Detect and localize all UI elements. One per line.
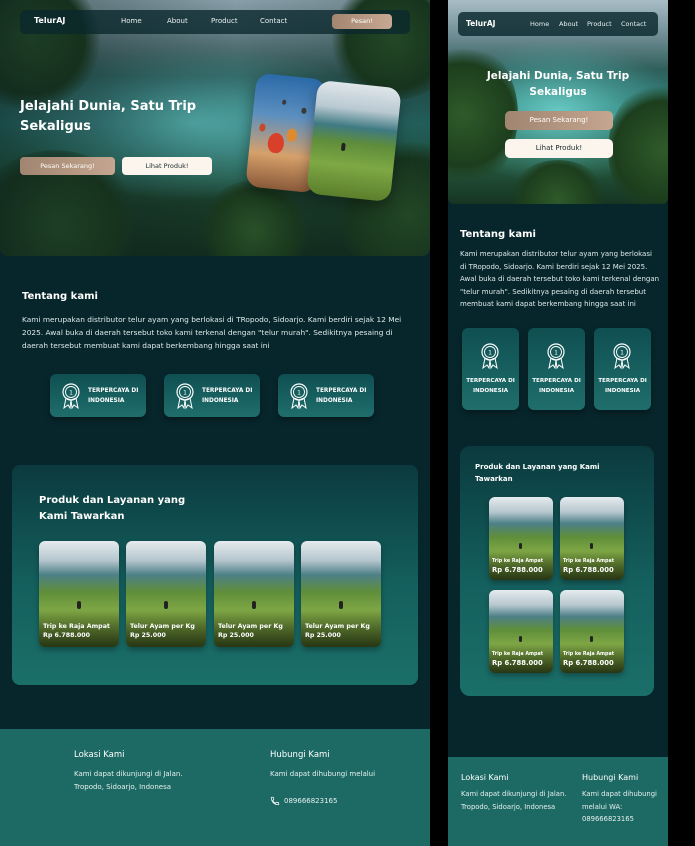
product-card[interactable]: Trip ke Raja Ampat Rp 6.788.000 — [560, 590, 624, 673]
frame-gap — [430, 0, 448, 846]
brand-logo[interactable]: TelurAJ — [466, 19, 495, 28]
products-section: Produk dan Layanan yang Kami Tawarkan Tr… — [12, 465, 418, 685]
trust-badge: 1 TERPERCAYA DI INDONESIA — [50, 374, 146, 417]
svg-text:1: 1 — [620, 350, 624, 357]
product-name: Telur Ayam per Kg — [305, 623, 370, 630]
product-card[interactable]: Trip ke Raja Ampat Rp 6.788.000 — [560, 497, 624, 580]
phone-number[interactable]: 089666823165 — [284, 795, 337, 808]
medal-icon: 1 — [62, 383, 80, 410]
svg-text:1: 1 — [554, 350, 558, 357]
about-text: Kami merupakan distributor telur ayam ya… — [22, 315, 402, 350]
nav-product[interactable]: Product — [587, 20, 612, 28]
medal-icon: 1 — [547, 343, 565, 370]
product-price: Rp 25.000 — [130, 632, 166, 639]
product-price: Rp 6.788.000 — [492, 566, 543, 574]
frame-gap — [668, 0, 695, 846]
badge-label: TERPERCAYA DI INDONESIA — [532, 378, 581, 394]
product-name: Trip ke Raja Ampat — [563, 652, 614, 657]
medal-icon: 1 — [481, 343, 499, 370]
product-card[interactable]: Telur Ayam per Kg Rp 25.000 — [214, 541, 294, 647]
palm-foliage — [508, 160, 608, 204]
nav-product[interactable]: Product — [211, 17, 238, 25]
view-products-button[interactable]: Lihat Produk! — [122, 157, 212, 175]
view-products-button[interactable]: Lihat Produk! — [505, 139, 613, 158]
medal-icon: 1 — [176, 383, 194, 410]
svg-text:1: 1 — [488, 350, 492, 357]
hero-title: Jelajahi Dunia, Satu Trip Sekaligus — [486, 70, 630, 98]
svg-text:1: 1 — [297, 390, 301, 397]
product-card[interactable]: Telur Ayam per Kg Rp 25.000 — [301, 541, 381, 647]
contact-title: Hubungi Kami — [582, 773, 639, 782]
product-card[interactable]: Telur Ayam per Kg Rp 25.000 — [126, 541, 206, 647]
product-card[interactable]: Trip ke Raja Ampat Rp 6.788.000 — [39, 541, 119, 647]
order-now-button[interactable]: Pesan Sekarang! — [505, 111, 613, 130]
trust-badge: 1 TERPERCAYA DI INDONESIA — [594, 328, 651, 410]
product-price: Rp 6.788.000 — [563, 659, 614, 667]
about-title: Tentang kami — [460, 229, 536, 240]
hero-section: TelurAJ Home About Product Contact Pesan… — [0, 0, 430, 256]
product-name: Trip ke Raja Ampat — [492, 559, 543, 564]
phone-icon — [270, 796, 280, 806]
order-button[interactable]: Pesan! — [332, 14, 392, 29]
location-title: Lokasi Kami — [74, 750, 125, 760]
trust-badge: 1 TERPERCAYA DI INDONESIA — [462, 328, 519, 410]
badge-label: TERPERCAYA DI INDONESIA — [466, 378, 515, 394]
nav-about[interactable]: About — [167, 17, 188, 25]
mobile-hero-section: TelurAJ Home About Product Contact Jelaj… — [448, 0, 668, 204]
footer: Lokasi Kami Kami dapat dikunjungi di Jal… — [0, 729, 430, 846]
products-title: Produk dan Layanan yang Kami Tawarkan — [475, 463, 600, 483]
nav-home[interactable]: Home — [530, 20, 549, 28]
product-price: Rp 6.788.000 — [492, 659, 543, 667]
hero-title: Jelajahi Dunia, Satu Trip Sekaligus — [20, 99, 197, 134]
nav-about[interactable]: About — [559, 20, 578, 28]
nav-home[interactable]: Home — [121, 17, 142, 25]
mobile-footer: Lokasi Kami Kami dapat dikunjungi di Jal… — [448, 757, 668, 846]
svg-text:1: 1 — [183, 390, 187, 397]
desktop-frame: TelurAJ Home About Product Contact Pesan… — [0, 0, 430, 846]
product-card[interactable]: Trip ke Raja Ampat Rp 6.788.000 — [489, 590, 553, 673]
mobile-navbar: TelurAJ Home About Product Contact — [458, 12, 658, 36]
medal-icon: 1 — [290, 383, 308, 410]
product-price: Rp 6.788.000 — [563, 566, 614, 574]
product-price: Rp 6.788.000 — [43, 632, 91, 639]
product-name: Trip ke Raja Ampat — [563, 559, 614, 564]
nav-contact[interactable]: Contact — [260, 17, 287, 25]
medal-icon: 1 — [613, 343, 631, 370]
location-title: Lokasi Kami — [461, 773, 509, 782]
mobile-frame: TelurAJ Home About Product Contact Jelaj… — [448, 0, 668, 846]
nav-contact[interactable]: Contact — [621, 20, 646, 28]
product-price: Rp 25.000 — [305, 632, 341, 639]
location-text: Kami dapat dikunjungi di Jalan. Tropodo,… — [74, 770, 183, 791]
product-name: Trip ke Raja Ampat — [43, 623, 110, 630]
product-name: Trip ke Raja Ampat — [492, 652, 543, 657]
badge-label: TERPERCAYA DI INDONESIA — [598, 378, 647, 394]
badge-label: TERPERCAYA DI INDONESIA — [316, 388, 367, 404]
order-now-button[interactable]: Pesan Sekarang! — [20, 157, 115, 175]
svg-text:1: 1 — [69, 390, 73, 397]
contact-text: Kami dapat dihubungi melalui WA: 0896668… — [582, 790, 657, 823]
about-title: Tentang kami — [22, 291, 98, 302]
badge-label: TERPERCAYA DI INDONESIA — [202, 388, 253, 404]
product-name: Telur Ayam per Kg — [218, 623, 283, 630]
mobile-products-section: Produk dan Layanan yang Kami Tawarkan Tr… — [460, 446, 654, 696]
location-text: Kami dapat dikunjungi di Jalan. Tropodo,… — [461, 790, 567, 811]
canvas: TelurAJ Home About Product Contact Pesan… — [0, 0, 695, 846]
products-title: Produk dan Layanan yang Kami Tawarkan — [39, 495, 186, 522]
about-text: Kami merupakan distributor telur ayam ya… — [460, 250, 660, 309]
contact-title: Hubungi Kami — [270, 750, 330, 760]
navbar: TelurAJ Home About Product Contact Pesan… — [20, 10, 410, 34]
hiking-photo — [306, 79, 402, 203]
product-price: Rp 25.000 — [218, 632, 254, 639]
trust-badge: 1 TERPERCAYA DI INDONESIA — [164, 374, 260, 417]
brand-logo[interactable]: TelurAJ — [34, 16, 65, 25]
badge-label: TERPERCAYA DI INDONESIA — [88, 388, 139, 404]
product-card[interactable]: Trip ke Raja Ampat Rp 6.788.000 — [489, 497, 553, 580]
contact-text: Kami dapat dihubungi melalui — [270, 770, 376, 778]
trust-badge: 1 TERPERCAYA DI INDONESIA — [278, 374, 374, 417]
trust-badge: 1 TERPERCAYA DI INDONESIA — [528, 328, 585, 410]
product-name: Telur Ayam per Kg — [130, 623, 195, 630]
